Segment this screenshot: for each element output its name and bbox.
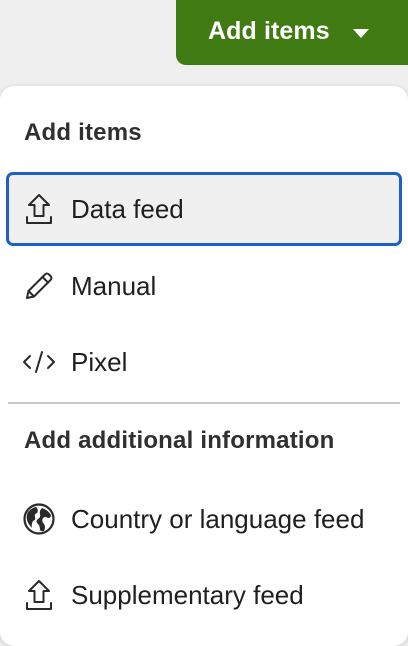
menu-item-country-or-language-feed[interactable]: Country or language feed <box>6 482 402 556</box>
globe-icon <box>22 502 56 536</box>
menu-item-data-feed[interactable]: Data feed <box>6 172 402 246</box>
menu-item-label: Country or language feed <box>71 503 365 534</box>
add-items-button-label: Add items <box>208 17 330 45</box>
menu-item-label: Pixel <box>71 346 128 377</box>
upload-icon <box>22 578 56 612</box>
menu-item-manual[interactable]: Manual <box>6 249 402 323</box>
code-icon <box>22 345 56 379</box>
section-divider <box>8 402 400 404</box>
pencil-icon <box>22 269 56 303</box>
section-heading-additional-information: Add additional information <box>24 427 335 454</box>
add-items-menu: Add items Data feed Manual Pixel Add add… <box>0 86 408 646</box>
menu-item-pixel[interactable]: Pixel <box>6 325 402 399</box>
menu-item-label: Data feed <box>71 193 184 224</box>
menu-item-label: Supplementary feed <box>71 579 304 610</box>
upload-icon <box>22 192 56 226</box>
section-heading-add-items: Add items <box>24 119 142 146</box>
menu-item-label: Manual <box>71 270 157 301</box>
menu-item-supplementary-feed[interactable]: Supplementary feed <box>6 558 402 632</box>
caret-down-icon <box>352 28 369 38</box>
add-items-button[interactable]: Add items <box>176 0 408 65</box>
